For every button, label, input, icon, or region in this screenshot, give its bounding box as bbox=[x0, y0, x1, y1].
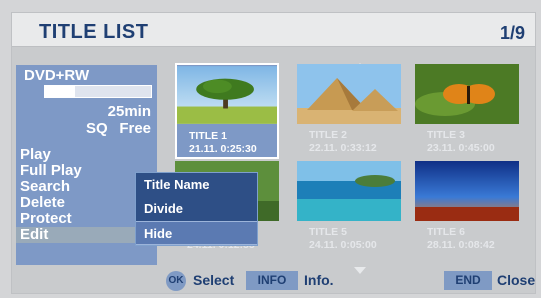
menu-item-label: Search bbox=[20, 178, 71, 195]
title-time: 0:05:00 bbox=[340, 239, 377, 251]
free-time: 25min bbox=[107, 103, 151, 120]
tree-thumbnail-icon bbox=[177, 66, 277, 124]
butterfly-thumbnail-icon bbox=[415, 64, 519, 124]
menu-item-play[interactable]: Play bbox=[16, 147, 157, 163]
title-list-window: TITLE LIST 1/9 DVD+RW 25min SQ Free Play… bbox=[11, 12, 536, 294]
title-date: 28.11. bbox=[427, 239, 456, 251]
page-indicator: 1/9 bbox=[499, 23, 525, 43]
title-thumb-6[interactable]: TITLE 6 28.11. 0:08:42 bbox=[415, 161, 519, 251]
title-name: TITLE 6 bbox=[427, 226, 465, 238]
title-time: 0:45:00 bbox=[458, 142, 495, 154]
menu-item-label: Play bbox=[20, 146, 51, 163]
menu-item-label: Protect bbox=[20, 210, 72, 227]
title-date: 23.11. bbox=[427, 142, 456, 154]
title-thumb-3[interactable]: TITLE 3 23.11. 0:45:00 bbox=[415, 64, 519, 160]
close-label: Close bbox=[497, 272, 536, 288]
menu-item-label: Delete bbox=[20, 194, 66, 211]
info-key-icon[interactable]: INFO bbox=[246, 271, 298, 290]
title-date: 22.11. bbox=[309, 142, 338, 154]
title-time: 0:08:42 bbox=[458, 239, 495, 251]
title-name: TITLE 5 bbox=[309, 226, 347, 238]
title-datetime: 24.11. 0:05:00 bbox=[297, 239, 401, 251]
title-name: TITLE 2 bbox=[309, 129, 347, 141]
info-label: Info. bbox=[304, 272, 334, 288]
title-name: TITLE 1 bbox=[189, 130, 227, 142]
title-thumb-5[interactable]: TITLE 5 24.11. 0:05:00 bbox=[297, 161, 401, 251]
disc-type: DVD+RW bbox=[24, 67, 90, 84]
title-thumb-2[interactable]: TITLE 2 22.11. 0:33:12 bbox=[297, 64, 401, 160]
menu-item-label: Edit bbox=[20, 226, 49, 243]
select-label: Select bbox=[193, 272, 235, 288]
beach-thumbnail-icon bbox=[297, 161, 401, 221]
menu-item-label: Full Play bbox=[20, 162, 82, 179]
title-thumb-1[interactable]: TITLE 1 21.11. 0:25:30 bbox=[175, 63, 279, 159]
capacity-fill bbox=[45, 86, 75, 97]
title-date: 21.11. bbox=[189, 143, 218, 155]
title-name: TITLE 3 bbox=[427, 129, 465, 141]
title-time: 0:33:12 bbox=[340, 142, 377, 154]
sunset-thumbnail-icon bbox=[415, 161, 519, 221]
submenu-item-hide[interactable]: Hide bbox=[136, 221, 257, 245]
ok-key-icon[interactable]: OK bbox=[166, 271, 186, 291]
header: TITLE LIST 1/9 bbox=[12, 13, 535, 47]
end-key-icon[interactable]: END bbox=[444, 271, 492, 290]
page-title: TITLE LIST bbox=[39, 21, 149, 43]
pyramids-thumbnail-icon bbox=[297, 64, 401, 124]
title-datetime: 23.11. 0:45:00 bbox=[415, 142, 519, 155]
title-date: 24.11. bbox=[309, 239, 338, 251]
title-time: 0:25:30 bbox=[220, 143, 257, 155]
down-arrow-icon[interactable] bbox=[354, 267, 366, 274]
capacity-bar bbox=[44, 85, 152, 98]
title-datetime: 28.11. 0:08:42 bbox=[415, 239, 519, 251]
title-datetime: 21.11. 0:25:30 bbox=[177, 143, 277, 156]
free-label: Free bbox=[119, 120, 151, 137]
submenu-item-divide[interactable]: Divide bbox=[136, 197, 257, 221]
submenu-item-title-name[interactable]: Title Name bbox=[136, 173, 257, 197]
title-datetime: 22.11. 0:33:12 bbox=[297, 142, 401, 155]
edit-submenu: Title Name Divide Hide bbox=[135, 172, 258, 246]
record-mode: SQ bbox=[86, 120, 108, 137]
